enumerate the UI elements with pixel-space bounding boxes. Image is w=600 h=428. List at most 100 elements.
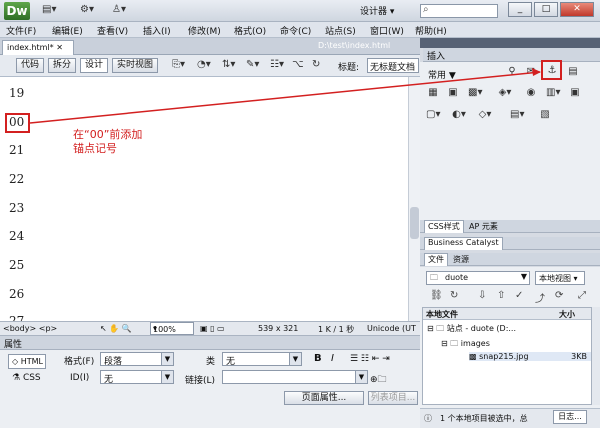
zoom-select[interactable]: 100% ▾ (150, 322, 194, 335)
text-line: 23 (9, 201, 25, 215)
refresh-files-icon[interactable]: ↻ (450, 290, 458, 301)
close-button[interactable]: ✕ (560, 2, 594, 17)
menu-modify[interactable]: 修改(M) (188, 24, 221, 37)
menu-format[interactable]: 格式(O) (234, 24, 266, 37)
check-out-icon[interactable]: ✓ (515, 290, 523, 301)
page-properties-button[interactable]: 页面属性... (284, 391, 364, 405)
css-mode-button[interactable]: ⚗ CSS (12, 373, 41, 383)
hyperlink-icon[interactable]: ⚲ (505, 65, 519, 78)
put-files-icon[interactable]: ⇧ (497, 290, 505, 301)
chevron-down-icon: ▼ (520, 272, 527, 281)
snippet-icon[interactable]: ▧ (538, 108, 552, 121)
info-icon: ⓘ (424, 414, 432, 423)
layout-icon[interactable]: ▤▾ (42, 4, 56, 18)
html-mode-button[interactable]: ◇ HTML (8, 354, 46, 369)
files-panel-tabs: 文件 资源 (420, 253, 600, 266)
connect-icon[interactable]: ⛓ (430, 290, 443, 301)
expand-icon[interactable]: ⤢ (578, 290, 586, 301)
scrollbar-thumb[interactable] (410, 207, 419, 239)
document-title-input[interactable]: 无标题文档 (367, 58, 419, 73)
tab-business-catalyst[interactable]: Business Catalyst (424, 237, 503, 250)
list-item[interactable]: ▩ snap215.jpg 3KB (469, 352, 591, 361)
window-dimensions[interactable]: 539 x 321 (258, 324, 298, 333)
list-item-button[interactable]: 列表项目... (368, 391, 418, 405)
insert-category-select[interactable]: 常用 ▼ (428, 68, 456, 81)
visual-aids-icon[interactable]: ☷▾ (270, 59, 284, 70)
email-link-icon[interactable]: ✉ (524, 65, 538, 78)
close-tab-icon[interactable]: ✕ (56, 43, 63, 52)
file-list-scrollbar[interactable] (592, 307, 600, 405)
site-icon[interactable]: ♙▾ (112, 4, 126, 18)
tab-files[interactable]: 文件 (424, 253, 448, 266)
server-include-icon[interactable]: ▥▾ (546, 86, 560, 99)
column-local-files[interactable]: 本地文件 (426, 309, 458, 320)
class-select[interactable]: 无 ▼ (222, 352, 302, 367)
title-bar: Dw ▤▾ ⚙▾ ♙▾ 设计器 ▾ ⌕ _ □ ✕ (0, 0, 600, 22)
split-view-button[interactable]: 拆分 (48, 58, 77, 73)
minimize-button[interactable]: _ (508, 2, 532, 17)
menu-window[interactable]: 窗口(W) (370, 24, 404, 37)
comment-icon[interactable]: ▣ (568, 86, 582, 99)
link-input[interactable]: ▼ (222, 370, 368, 384)
menu-site[interactable]: 站点(S) (325, 24, 356, 37)
column-size[interactable]: 大小 (559, 309, 575, 320)
chevron-down-icon: ▼ (161, 353, 173, 365)
tab-ap-elements[interactable]: AP 元素 (466, 221, 501, 232)
menu-commands[interactable]: 命令(C) (280, 24, 311, 37)
title-label: 标题: (338, 63, 360, 73)
properties-panel-header[interactable]: 属性 (0, 336, 420, 350)
tab-index-html[interactable]: index.html* ✕ (2, 40, 74, 55)
menu-insert[interactable]: 插入(I) (143, 24, 171, 37)
inspect-icon[interactable]: ◔▾ (197, 59, 211, 70)
italic-button[interactable]: I (331, 353, 334, 364)
horizontal-rule-icon[interactable]: ▤ (566, 65, 580, 78)
select-tool-icon[interactable]: ↖ ✋ 🔍 (100, 324, 132, 333)
live-code-icon[interactable]: ⎘▾ (172, 59, 185, 70)
image-icon[interactable]: ▩▾ (468, 86, 482, 99)
head-icon[interactable]: ▢▾ (426, 108, 440, 121)
log-button[interactable]: 日志... (553, 410, 587, 424)
table-icon[interactable]: ▦ (426, 86, 440, 99)
date-icon[interactable]: ◉ (524, 86, 538, 99)
tag-chooser-icon[interactable]: ▤▾ (510, 108, 524, 121)
editor-scrollbar[interactable] (408, 77, 420, 321)
menu-help[interactable]: 帮助(H) (415, 24, 447, 37)
tag-selector[interactable]: <body> <p> (3, 324, 57, 333)
menu-edit[interactable]: 编辑(E) (52, 24, 83, 37)
live-view-button[interactable]: 实时视图 (112, 58, 159, 73)
check-in-icon[interactable]: ⤴ (535, 290, 545, 305)
tab-css-styles[interactable]: CSS样式 (424, 220, 464, 233)
templates-icon[interactable]: ◇▾ (478, 108, 492, 121)
format-select[interactable]: 段落 ▼ (100, 352, 174, 367)
refresh-design-icon[interactable]: ⌥ (292, 59, 304, 70)
menu-view[interactable]: 查看(V) (97, 24, 128, 37)
script-icon[interactable]: ◐▾ (452, 108, 466, 121)
workspace-switcher[interactable]: 设计器 ▾ (360, 4, 394, 17)
search-input[interactable]: ⌕ (420, 4, 498, 18)
insert-panel-tab[interactable]: 插入 (423, 48, 600, 62)
tab-assets[interactable]: 资源 (450, 254, 472, 265)
id-select[interactable]: 无 ▼ (100, 370, 174, 385)
preview-icon[interactable]: ✎▾ (246, 59, 259, 70)
sync-icon[interactable]: ⟳ (555, 290, 563, 301)
view-select[interactable]: 本地视图 ▾ (535, 271, 585, 285)
menu-file[interactable]: 文件(F) (6, 24, 36, 37)
div-icon[interactable]: ▣ (446, 86, 460, 99)
media-icon[interactable]: ◈▾ (498, 86, 512, 99)
list-item[interactable]: ⊟ 🗀 站点 - duote (D:... (427, 323, 516, 337)
code-view-button[interactable]: 代码 (16, 58, 45, 73)
refresh-icon[interactable]: ↻ (312, 59, 320, 70)
window-size-icons[interactable]: ▣ ▯ ▭ (200, 324, 225, 333)
class-label: 类 (206, 357, 216, 367)
get-files-icon[interactable]: ⇩ (478, 290, 486, 301)
extend-icon[interactable]: ⚙▾ (80, 4, 94, 18)
bold-button[interactable]: B (314, 353, 322, 364)
point-to-file-icon[interactable]: ⊕🗀 (370, 372, 387, 388)
list-item[interactable]: ⊟ 🗀 images (441, 338, 490, 352)
design-view-button[interactable]: 设计 (80, 58, 109, 73)
list-format-icons[interactable]: ☰ ☷ ⇤ ⇥ (350, 354, 390, 364)
maximize-button[interactable]: □ (534, 2, 558, 17)
browser-check-icon[interactable]: ⇅▾ (222, 59, 235, 70)
design-view-canvas[interactable]: 19 00 21 22 23 24 25 26 27 (0, 77, 408, 321)
site-select[interactable]: 🗀 duote ▼ (426, 271, 530, 285)
